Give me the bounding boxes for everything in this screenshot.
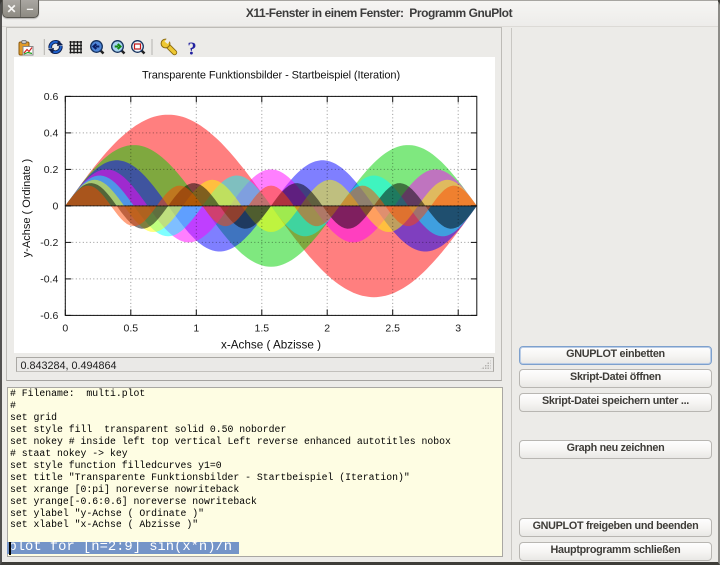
svg-text:0.4: 0.4	[44, 128, 59, 140]
svg-text:-0.4: -0.4	[40, 274, 58, 286]
svg-text:x-Achse ( Abzisse ): x-Achse ( Abzisse )	[221, 339, 321, 352]
svg-text:2: 2	[324, 323, 330, 335]
svg-text:Transparente Funktionsbilder -: Transparente Funktionsbilder - Startbeis…	[142, 70, 400, 82]
svg-text:y-Achse ( Ordinate ): y-Achse ( Ordinate )	[21, 159, 33, 257]
svg-text:1: 1	[193, 323, 199, 335]
svg-text:3: 3	[455, 323, 461, 335]
svg-text:0.6: 0.6	[44, 91, 59, 103]
svg-text:2.5: 2.5	[385, 323, 400, 335]
svg-text:0: 0	[62, 323, 68, 335]
svg-text:0: 0	[52, 201, 58, 213]
svg-text:0.2: 0.2	[44, 164, 59, 176]
svg-text:?: ?	[188, 39, 197, 59]
svg-text:-0.2: -0.2	[40, 237, 58, 249]
svg-text:0.5: 0.5	[123, 323, 138, 335]
svg-text:1.5: 1.5	[254, 323, 269, 335]
svg-text:-0.6: -0.6	[40, 310, 58, 322]
